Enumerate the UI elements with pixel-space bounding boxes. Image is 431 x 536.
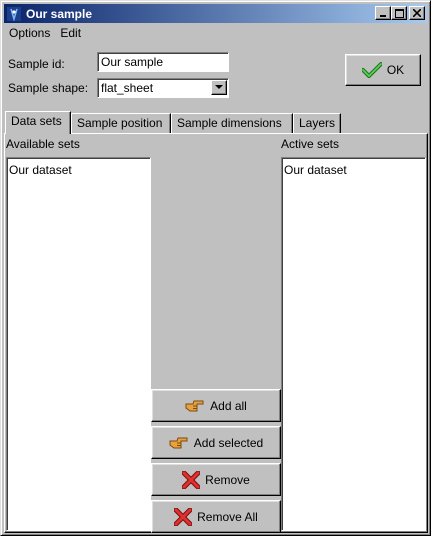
red-x-icon — [174, 507, 193, 526]
add-all-button[interactable]: Add all — [151, 389, 281, 422]
tab-sample-position[interactable]: Sample position — [71, 113, 171, 133]
sample-shape-label: Sample shape: — [8, 81, 89, 95]
tab-sample-dimensions[interactable]: Sample dimensions — [171, 113, 293, 133]
active-sets-label: Active sets — [281, 137, 340, 151]
remove-button[interactable]: Remove — [151, 463, 281, 496]
minimize-button[interactable] — [375, 6, 391, 20]
checkmark-icon — [361, 62, 382, 78]
available-sets-list[interactable]: Our dataset — [6, 157, 151, 531]
tab-sample-position-label: Sample position — [77, 116, 163, 130]
tab-sample-dimensions-label: Sample dimensions — [177, 116, 282, 130]
app-icon — [7, 6, 21, 22]
list-item[interactable]: Our dataset — [9, 163, 72, 177]
list-item[interactable]: Our dataset — [284, 163, 347, 177]
tab-data-sets[interactable]: Data sets — [5, 111, 71, 134]
red-x-icon — [182, 470, 201, 489]
add-all-label: Add all — [210, 398, 247, 413]
sample-shape-value: flat_sheet — [101, 81, 154, 95]
menu-bar: Options Edit — [4, 25, 86, 43]
available-sets-label: Available sets — [6, 137, 80, 151]
maximize-icon — [394, 8, 404, 18]
remove-all-button[interactable]: Remove All — [151, 500, 281, 533]
tab-layers-label: Layers — [299, 116, 336, 130]
minimize-icon — [380, 15, 386, 17]
remove-all-label: Remove All — [197, 509, 258, 524]
window-title: Our sample — [26, 6, 93, 21]
ok-label: OK — [386, 63, 405, 77]
tab-layers[interactable]: Layers — [293, 113, 341, 133]
pointing-hand-icon — [169, 437, 188, 448]
chevron-down-icon — [215, 85, 223, 89]
sample-id-label: Sample id: — [8, 57, 65, 71]
sample-window: Our sample Options Edit Sample id: Our s… — [0, 0, 431, 536]
active-sets-list[interactable]: Our dataset — [281, 157, 426, 531]
add-selected-label: Add selected — [193, 435, 264, 450]
remove-label: Remove — [205, 472, 250, 487]
title-bar[interactable]: Our sample — [4, 4, 427, 23]
sample-shape-select[interactable]: flat_sheet — [97, 78, 229, 98]
pointing-hand-icon — [185, 400, 204, 411]
tab-data-sets-label: Data sets — [11, 114, 62, 128]
ok-button[interactable]: OK — [345, 54, 421, 86]
maximize-button[interactable] — [391, 6, 407, 20]
add-selected-button[interactable]: Add selected — [151, 426, 281, 459]
close-button[interactable] — [409, 6, 425, 20]
sample-id-field[interactable]: Our sample — [97, 52, 229, 72]
close-icon — [413, 9, 421, 17]
menu-options[interactable]: Options — [4, 25, 55, 43]
dropdown-arrow-button[interactable] — [211, 80, 227, 95]
menu-edit[interactable]: Edit — [55, 25, 86, 43]
